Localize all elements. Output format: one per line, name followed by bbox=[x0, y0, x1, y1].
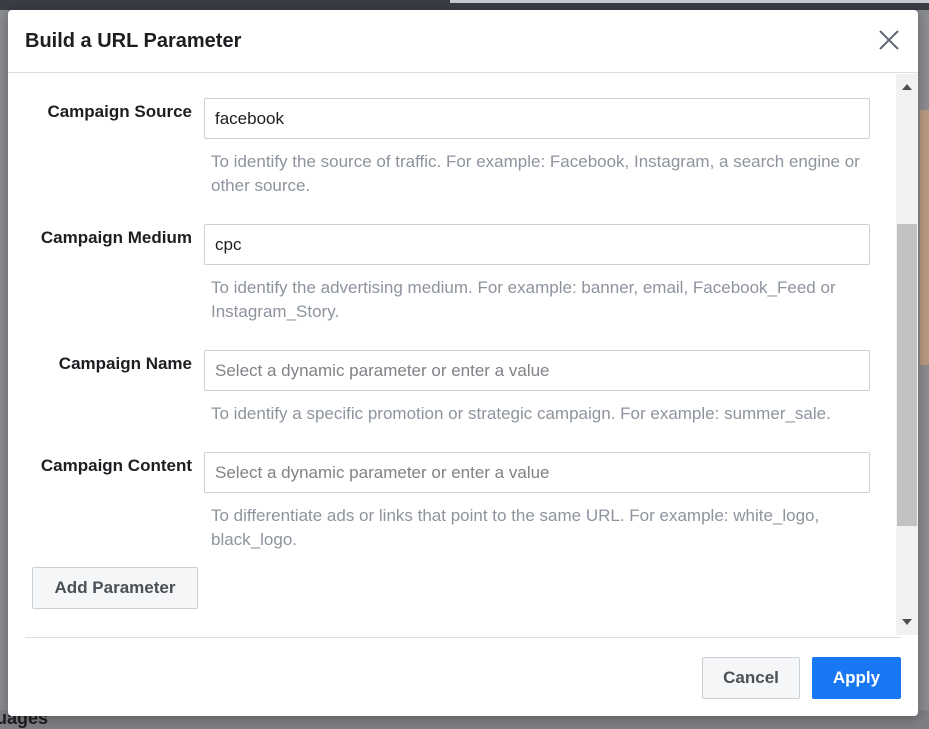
campaign-medium-label: Campaign Medium bbox=[40, 228, 192, 247]
dialog-title: Build a URL Parameter bbox=[25, 30, 242, 52]
campaign-medium-input[interactable] bbox=[204, 224, 870, 265]
background-bar bbox=[450, 0, 929, 3]
dialog-body: Campaign Source To identify the source o… bbox=[8, 74, 896, 634]
campaign-content-help: To differentiate ads or links that point… bbox=[211, 506, 820, 549]
scroll-thumb[interactable] bbox=[897, 224, 917, 526]
apply-button[interactable]: Apply bbox=[812, 657, 901, 699]
background-left-strip bbox=[0, 10, 8, 710]
close-icon bbox=[879, 30, 899, 50]
dialog-scrollbar[interactable] bbox=[896, 74, 918, 635]
campaign-name-label: Campaign Name bbox=[58, 354, 192, 373]
cancel-button[interactable]: Cancel bbox=[702, 657, 800, 699]
campaign-name-help: To identify a specific promotion or stra… bbox=[211, 404, 831, 423]
background-topbar bbox=[0, 0, 929, 10]
campaign-medium-help: To identify the advertising medium. For … bbox=[211, 278, 836, 321]
background-right-strip bbox=[918, 10, 929, 710]
dialog-header: Build a URL Parameter bbox=[8, 10, 918, 73]
footer-divider bbox=[25, 637, 901, 638]
campaign-name-input[interactable] bbox=[204, 350, 870, 391]
add-parameter-button[interactable]: Add Parameter bbox=[32, 567, 198, 609]
campaign-source-input[interactable] bbox=[204, 98, 870, 139]
scroll-down-arrow-icon[interactable] bbox=[902, 617, 912, 627]
campaign-source-label: Campaign Source bbox=[47, 102, 192, 121]
campaign-source-help: To identify the source of traffic. For e… bbox=[211, 152, 860, 195]
campaign-content-label: Campaign Content bbox=[40, 456, 192, 475]
close-button[interactable] bbox=[875, 26, 903, 54]
scroll-up-arrow-icon[interactable] bbox=[902, 82, 912, 92]
campaign-content-input[interactable] bbox=[204, 452, 870, 493]
url-parameter-dialog: Build a URL Parameter Campaign Source To… bbox=[8, 10, 918, 716]
background-image bbox=[920, 110, 929, 365]
